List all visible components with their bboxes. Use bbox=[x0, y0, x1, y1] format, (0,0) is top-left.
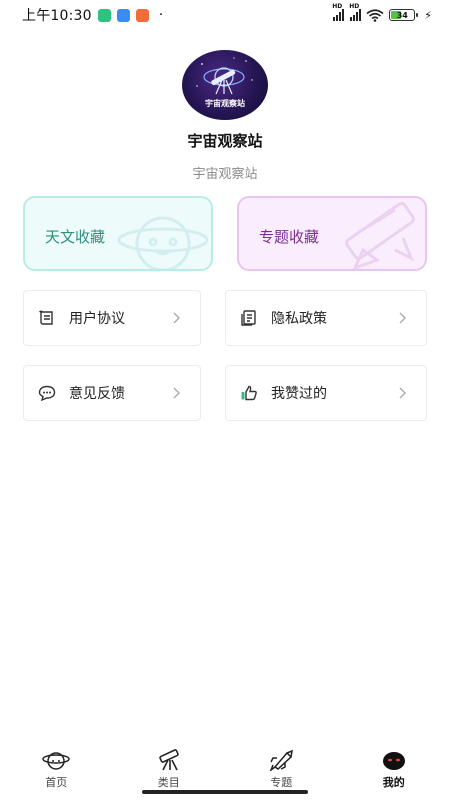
message-notification-icon bbox=[116, 8, 130, 22]
status-time: 上午10:30 bbox=[22, 8, 92, 24]
wechat-notification-icon bbox=[97, 8, 111, 22]
bottom-nav: 首页 类目 专题 我的 bbox=[0, 744, 450, 794]
nav-home[interactable]: 首页 bbox=[0, 744, 113, 794]
alien-avatar-icon bbox=[380, 748, 408, 772]
chevron-right-icon bbox=[396, 310, 410, 326]
status-separator: · bbox=[158, 7, 164, 23]
nav-topic[interactable]: 专题 bbox=[225, 744, 338, 794]
nav-category-label: 类目 bbox=[157, 776, 180, 789]
document-icon bbox=[240, 309, 258, 327]
profile-title: 宇宙观察站 bbox=[187, 132, 263, 150]
nav-category[interactable]: 类目 bbox=[113, 744, 226, 794]
status-bar: 上午10:30 · HD HD 34 ⚡ bbox=[0, 0, 450, 30]
privacy-policy-label: 隐私政策 bbox=[271, 311, 327, 327]
profile-header: 宇宙观察站 宇宙观察站 宇宙观察站 bbox=[0, 50, 450, 182]
astronomy-collection-card[interactable]: 天文收藏 bbox=[23, 196, 213, 271]
topic-collection-card[interactable]: 专题收藏 bbox=[237, 196, 427, 271]
wifi-icon bbox=[366, 8, 384, 22]
chevron-right-icon bbox=[170, 385, 184, 401]
liked-label: 我赞过的 bbox=[271, 386, 327, 402]
chat-icon bbox=[38, 384, 56, 402]
feedback-item[interactable]: 意见反馈 bbox=[23, 365, 201, 421]
nav-topic-label: 专题 bbox=[270, 776, 293, 789]
nav-home-label: 首页 bbox=[45, 776, 68, 789]
thumbs-up-icon bbox=[240, 384, 258, 402]
planet-icon bbox=[117, 216, 209, 269]
avatar-text: 宇宙观察站 bbox=[205, 99, 245, 108]
home-indicator[interactable] bbox=[142, 790, 308, 794]
signal-icon: HD bbox=[332, 3, 345, 21]
nav-mine[interactable]: 我的 bbox=[338, 744, 450, 794]
status-right: HD HD 34 ⚡ bbox=[332, 3, 432, 22]
nav-mine-label: 我的 bbox=[382, 776, 405, 789]
profile-subtitle: 宇宙观察站 bbox=[192, 167, 258, 182]
chevron-right-icon bbox=[170, 310, 184, 326]
charging-icon: ⚡ bbox=[424, 8, 432, 22]
app-notification-icon bbox=[135, 8, 149, 22]
astronomy-collection-label: 天文收藏 bbox=[45, 228, 106, 246]
user-agreement-label: 用户协议 bbox=[69, 311, 125, 327]
privacy-policy-item[interactable]: 隐私政策 bbox=[225, 290, 427, 346]
rocket-icon bbox=[345, 201, 415, 269]
planet-icon bbox=[42, 748, 70, 772]
signal-icon-2: HD bbox=[349, 3, 362, 21]
chevron-right-icon bbox=[396, 385, 410, 401]
telescope-logo-icon bbox=[196, 57, 253, 95]
battery-level: 34 bbox=[396, 10, 408, 20]
avatar[interactable]: 宇宙观察站 bbox=[182, 50, 268, 120]
topic-collection-label: 专题收藏 bbox=[259, 228, 320, 246]
scroll-icon bbox=[38, 309, 56, 327]
liked-item[interactable]: 我赞过的 bbox=[225, 365, 427, 421]
battery-icon: 34 bbox=[389, 9, 419, 21]
user-agreement-item[interactable]: 用户协议 bbox=[23, 290, 201, 346]
telescope-icon bbox=[155, 748, 183, 772]
status-left: 上午10:30 · bbox=[22, 5, 163, 25]
rocket-icon bbox=[267, 748, 295, 772]
feedback-label: 意见反馈 bbox=[69, 386, 125, 402]
